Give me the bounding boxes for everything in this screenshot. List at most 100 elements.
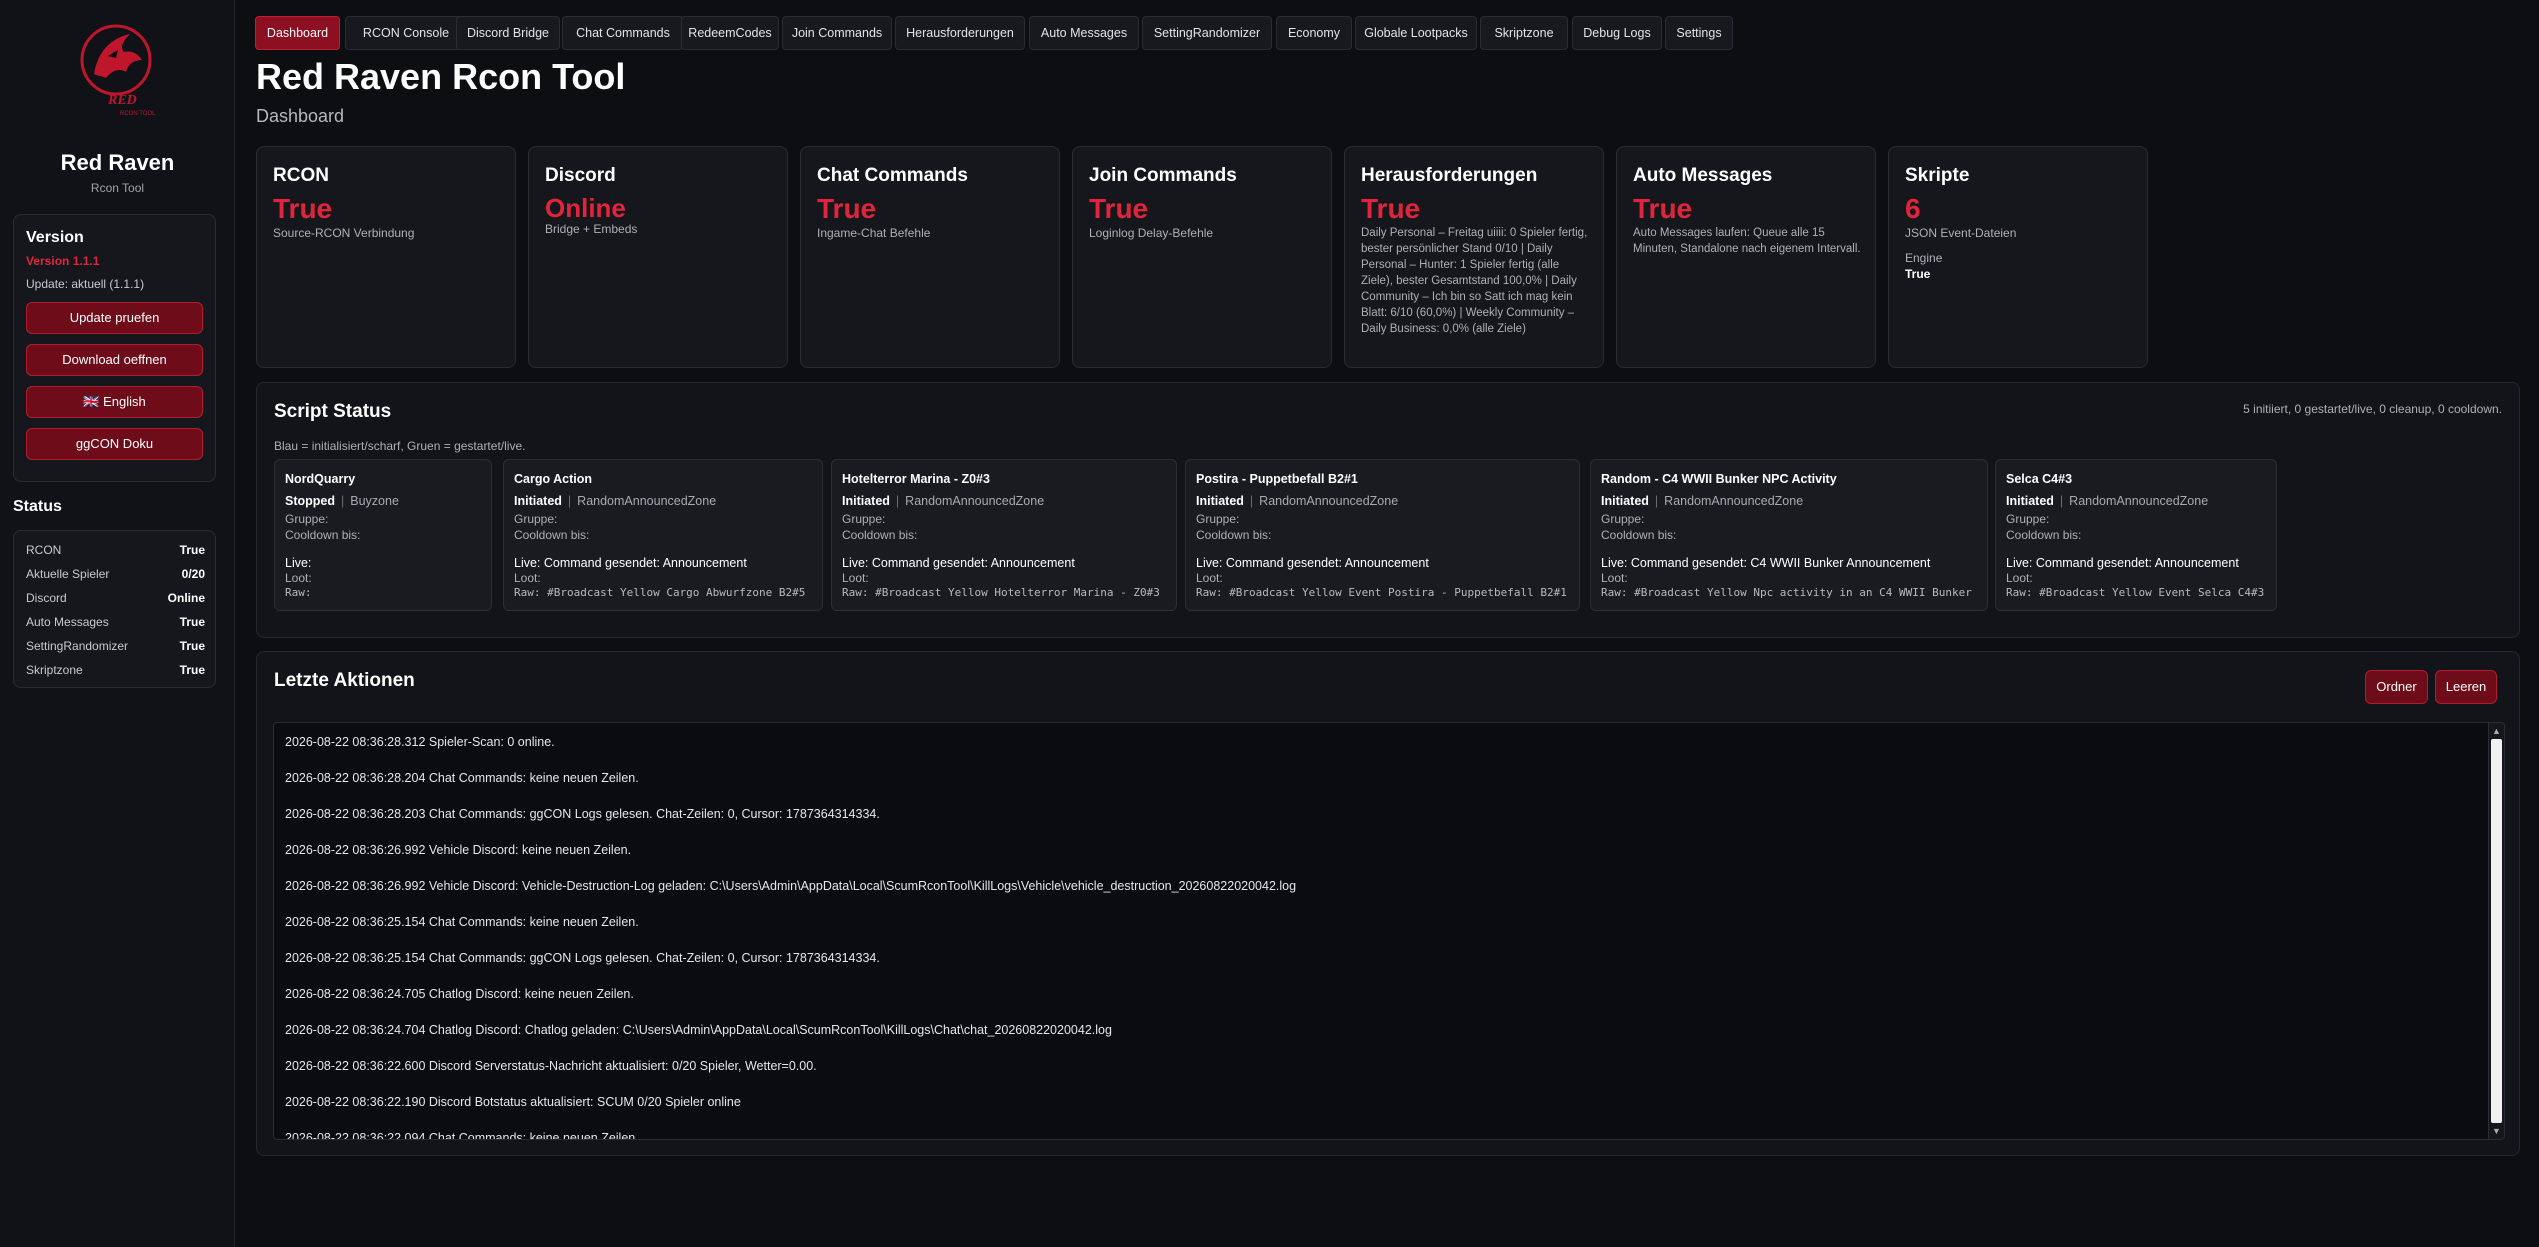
cooldown-label: Cooldown bis: xyxy=(514,528,590,542)
action-log[interactable]: 2026-08-22 08:36:28.312 Spieler-Scan: 0 … xyxy=(273,722,2505,1140)
script-name: NordQuarry xyxy=(285,472,356,486)
tab-chat-commands[interactable]: Chat Commands xyxy=(562,16,684,50)
status-value: True xyxy=(179,543,205,557)
tab-debug-logs[interactable]: Debug Logs xyxy=(1572,16,1662,50)
script-name: Postira - Puppetbefall B2#1 xyxy=(1196,472,1358,486)
status-card: RCON True Aktuelle Spieler 0/20 Discord Onl… xyxy=(13,530,216,688)
zone-label: Buyzone xyxy=(350,494,399,508)
script-status-title: Script Status xyxy=(274,401,392,422)
script-status-panel: Script Status 5 initiiert, 0 gestartet/l… xyxy=(256,382,2520,638)
card-value: True xyxy=(817,193,877,224)
scroll-down-icon[interactable]: ▼ xyxy=(2489,1123,2504,1139)
script-name: Selca C4#3 xyxy=(2006,472,2073,486)
open-folder-button[interactable]: Ordner xyxy=(2365,670,2428,704)
engine-value: True xyxy=(1905,267,1931,281)
script-state: Initiated | RandomAnnouncedZone xyxy=(1196,494,1399,508)
tab-discord-bridge[interactable]: Discord Bridge xyxy=(456,16,560,50)
skripte-card: Skripte 6 JSON Event-Dateien Engine True xyxy=(1888,146,2148,368)
discord-card: Discord Online Bridge + Embeds xyxy=(528,146,788,368)
raw-line: Raw: #Broadcast Yellow Event Postira - P… xyxy=(1196,586,1567,599)
card-title: Herausforderungen xyxy=(1361,165,1538,186)
version-title: Version xyxy=(26,229,84,246)
ggcon-docs-button[interactable]: ggCON Doku xyxy=(26,428,203,460)
script-state: Initiated | RandomAnnouncedZone xyxy=(514,494,717,508)
card-value: Online xyxy=(545,193,626,223)
tab-globale-lootpacks[interactable]: Globale Lootpacks xyxy=(1355,16,1477,50)
tab-herausforderungen[interactable]: Herausforderungen xyxy=(895,16,1025,50)
log-line: 2026-08-22 08:36:25.154 Chat Commands: k… xyxy=(285,915,639,929)
tab-rcon-console[interactable]: RCON Console xyxy=(345,16,467,50)
status-row: Auto Messages True xyxy=(26,615,205,633)
script-card[interactable]: Postira - Puppetbefall B2#1 Initiated | Ra… xyxy=(1185,459,1580,611)
cooldown-label: Cooldown bis: xyxy=(1601,528,1677,542)
log-line: 2026-08-22 08:36:24.705 Chatlog Discord:… xyxy=(285,987,634,1001)
log-line: 2026-08-22 08:36:22.094 Chat Commands: k… xyxy=(285,1131,639,1140)
state-label: Initiated xyxy=(2006,494,2054,508)
tab-dashboard[interactable]: Dashboard xyxy=(255,16,340,50)
cooldown-label: Cooldown bis: xyxy=(1196,528,1272,542)
version-number: Version 1.1.1 xyxy=(26,254,100,268)
tab-redeem-codes[interactable]: RedeemCodes xyxy=(681,16,779,50)
script-name: Hotelterror Marina - Z0#3 xyxy=(842,472,990,486)
log-line: 2026-08-22 08:36:22.600 Discord Serverst… xyxy=(285,1059,817,1073)
status-key: Skriptzone xyxy=(26,663,83,677)
herausforderungen-card: Herausforderungen True Daily Personal – … xyxy=(1344,146,1604,368)
script-card[interactable]: NordQuarry Stopped | Buyzone Gruppe: Coold… xyxy=(274,459,492,611)
group-label: Gruppe: xyxy=(842,512,886,526)
log-line: 2026-08-22 08:36:28.203 Chat Commands: g… xyxy=(285,807,880,821)
state-label: Initiated xyxy=(514,494,562,508)
brand-name: Red Raven xyxy=(60,150,175,175)
status-value: 0/20 xyxy=(181,567,205,581)
status-value: True xyxy=(179,639,205,653)
status-title: Status xyxy=(13,498,62,515)
raw-line: Raw: #Broadcast Yellow Npc activity in a… xyxy=(1601,586,1972,599)
zone-label: RandomAnnouncedZone xyxy=(577,494,717,508)
script-name: Random - C4 WWII Bunker NPC Activity xyxy=(1601,472,1837,486)
join-commands-card: Join Commands True Loginlog Delay-Befehl… xyxy=(1072,146,1332,368)
status-row: RCON True xyxy=(26,543,205,561)
auto-messages-card: Auto Messages True Auto Messages laufen:… xyxy=(1616,146,1876,368)
card-title: Discord xyxy=(545,165,616,186)
zone-label: RandomAnnouncedZone xyxy=(1664,494,1804,508)
recent-actions-panel: Letzte Aktionen Ordner Leeren 2026-08-22… xyxy=(256,651,2520,1156)
card-title: RCON xyxy=(273,165,329,186)
chat-commands-card: Chat Commands True Ingame-Chat Befehle xyxy=(800,146,1060,368)
script-name: Cargo Action xyxy=(514,472,593,486)
live-line: Live: Command gesendet: C4 WWII Bunker A… xyxy=(1601,556,1931,570)
log-scrollbar[interactable]: ▲ ▼ xyxy=(2488,723,2504,1139)
scroll-up-icon[interactable]: ▲ xyxy=(2489,723,2504,739)
status-value: True xyxy=(179,615,205,629)
clear-log-button[interactable]: Leeren xyxy=(2435,670,2497,704)
svg-text:RED: RED xyxy=(107,93,137,108)
status-value: True xyxy=(179,663,205,677)
engine-label: Engine xyxy=(1905,251,1943,265)
live-line: Live: Command gesendet: Announcement xyxy=(2006,556,2239,570)
tab-auto-messages[interactable]: Auto Messages xyxy=(1029,16,1139,50)
raw-line: Raw: #Broadcast Yellow Cargo Abwurfzone … xyxy=(514,586,806,599)
script-card[interactable]: Hotelterror Marina - Z0#3 Initiated | Rand… xyxy=(831,459,1177,611)
loot-label: Loot: xyxy=(842,571,869,585)
language-english-button[interactable]: 🇬🇧 English xyxy=(26,386,203,418)
card-description: Ingame-Chat Befehle xyxy=(817,226,931,240)
script-card[interactable]: Random - C4 WWII Bunker NPC Activity Ini… xyxy=(1590,459,1988,611)
cooldown-label: Cooldown bis: xyxy=(285,528,361,542)
update-status: Update: aktuell (1.1.1) xyxy=(26,277,145,291)
check-update-button[interactable]: Update pruefen xyxy=(26,302,203,334)
tab-join-commands[interactable]: Join Commands xyxy=(782,16,892,50)
tab-settings[interactable]: Settings xyxy=(1665,16,1733,50)
status-row: Skriptzone True xyxy=(26,663,205,681)
tab-setting-randomizer[interactable]: SettingRandomizer xyxy=(1142,16,1272,50)
rcon-card: RCON True Source-RCON Verbindung xyxy=(256,146,516,368)
script-card[interactable]: Selca C4#3 Initiated | RandomAnnouncedZone… xyxy=(1995,459,2277,611)
open-download-button[interactable]: Download oeffnen xyxy=(26,344,203,376)
tab-economy[interactable]: Economy xyxy=(1276,16,1352,50)
log-line: 2026-08-22 08:36:26.992 Vehicle Discord:… xyxy=(285,843,632,857)
log-line: 2026-08-22 08:36:28.312 Spieler-Scan: 0 … xyxy=(285,735,555,749)
tab-skriptzone[interactable]: Skriptzone xyxy=(1480,16,1568,50)
sidebar: RED RCON TOOL Red Raven Rcon Tool Versio… xyxy=(0,0,235,1247)
state-label: Initiated xyxy=(1601,494,1649,508)
card-description: Daily Personal – Freitag uiiii: 0 Spiele… xyxy=(1361,227,1588,335)
status-key: SettingRandomizer xyxy=(26,639,129,653)
scrollbar-thumb[interactable] xyxy=(2491,739,2502,1123)
script-card[interactable]: Cargo Action Initiated | RandomAnnouncedZo… xyxy=(503,459,823,611)
